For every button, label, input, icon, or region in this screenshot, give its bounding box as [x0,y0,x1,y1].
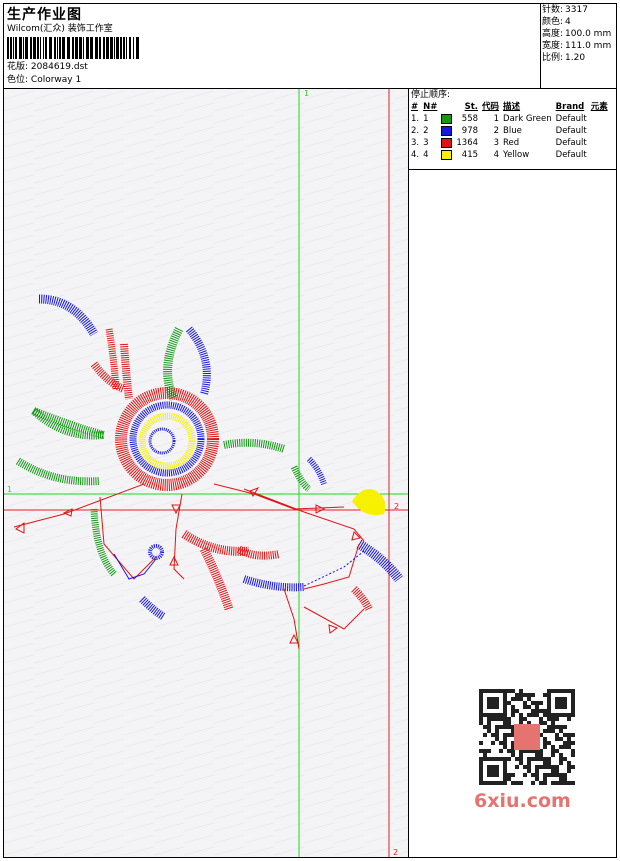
stat-row: 宽度: 111.0 mm [542,40,613,52]
table-header-row: # N# St. 代码 描述 Brand 元素 [409,101,610,113]
stat-value: 100.0 mm [565,29,612,39]
row-desc: Red [503,138,520,148]
row-element [589,125,610,137]
row-color [439,113,454,125]
col-element: 元素 [590,102,608,112]
stop-sequence-title: 停止顺序: [411,90,451,100]
row-stitches: 978 [461,126,479,136]
row-idx: 2. [411,126,420,136]
col-code: 代码 [482,102,500,112]
row-brand: Default [555,150,587,160]
table-row[interactable]: 1. 1 558 1 Dark Green Default [409,113,610,125]
table-row[interactable]: 4. 4 415 4 Yellow Default [409,149,610,161]
row-element [589,149,610,161]
stat-label: 高度: [542,29,564,39]
stat-row: 高度: 100.0 mm [542,28,613,40]
row-idx: 3. [411,138,420,148]
stat-row: 颜色: 4 [542,16,613,28]
color-swatch [441,113,453,124]
stat-value: 111.0 mm [565,41,612,51]
axis-marker-h1: 1 [7,485,12,494]
stat-label: 比例: [542,53,564,63]
col-stitches: St. [464,102,479,112]
stop-sequence-table: # N# St. 代码 描述 Brand 元素 1. 1 558 1 Dark … [409,101,610,161]
colorway-row: 色位: Colorway 1 [7,75,81,86]
axis-marker-v1: 1 [304,89,309,98]
row-element [589,113,610,125]
row-code: 3 [493,138,500,148]
colorway-value: Colorway 1 [30,75,82,85]
color-swatch [441,137,453,148]
stat-row: 针数: 3317 [542,4,613,16]
stats-table: 针数: 3317 颜色: 4 高度: 100.0 mm 宽度: 111.0 mm 比例:… [542,4,613,64]
page-title: 生产作业图 [7,7,82,23]
row-brand: Default [555,138,587,148]
barcode-icon [7,37,139,59]
row-no: 3 [423,138,429,148]
row-code: 1 [493,114,500,124]
row-desc: Blue [503,126,522,136]
row-no: 2 [423,126,429,136]
col-brand: Brand [555,102,585,112]
axis-marker-v2: 2 [393,848,398,857]
row-stitches: 415 [461,150,479,160]
stat-label: 颜色: [542,17,564,27]
row-color [439,125,454,137]
pattern-label: 花版: [7,62,29,72]
pattern-value: 2084619.dst [30,62,88,72]
design-canvas[interactable]: 1 1 2 2 [4,89,409,857]
row-code: 2 [493,126,500,136]
stat-value: 1.20 [565,53,586,63]
row-color [439,137,454,149]
stop-sequence-panel: 停止顺序: # N# St. 代码 描述 Brand 元素 1. 1 558 1… [409,89,617,170]
row-element [589,137,610,149]
col-color [439,101,454,113]
stat-row: 比例: 1.20 [542,52,613,64]
pattern-row: 花版: 2084619.dst [7,62,88,73]
canvas-background [4,89,408,857]
row-no: 1 [423,114,429,124]
col-idx: # [411,102,419,112]
table-row[interactable]: 2. 2 978 2 Blue Default [409,125,610,137]
stat-value: 3317 [565,5,588,15]
row-no: 4 [423,150,429,160]
stat-label: 针数: [542,5,564,15]
row-color [439,149,454,161]
colorway-label: 色位: [7,75,29,85]
stat-label: 宽度: [542,41,564,51]
embroidery-preview: 1 1 2 2 [4,89,408,857]
watermark-logo: 6xiu.com [474,790,571,812]
table-row[interactable]: 3. 3 1364 3 Red Default [409,137,610,149]
row-stitches: 558 [461,114,479,124]
row-desc: Dark Green [503,114,552,124]
subtitle: Wilcom(汇众) 装饰工作室 [7,24,113,34]
row-stitches: 1364 [456,138,479,148]
stat-value: 4 [565,17,571,27]
color-swatch [441,125,453,136]
row-brand: Default [555,126,587,136]
color-swatch [441,149,453,160]
col-desc: 描述 [503,102,521,112]
row-code: 4 [493,150,500,160]
row-desc: Yellow [503,150,530,160]
axis-marker-h2: 2 [394,502,399,511]
row-idx: 4. [411,150,420,160]
stats-divider [540,3,541,89]
qr-code-icon [470,680,584,794]
row-idx: 1. [411,114,420,124]
col-no: N# [423,102,438,112]
row-brand: Default [555,114,587,124]
